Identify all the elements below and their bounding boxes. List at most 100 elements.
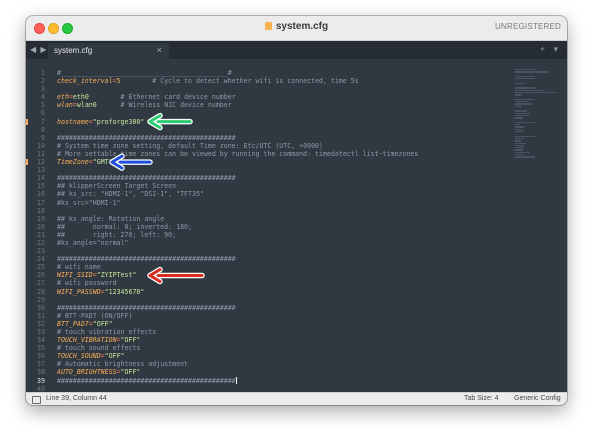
code-token: ########################################…	[57, 376, 236, 385]
minimap-line	[515, 89, 546, 91]
code-line[interactable]: ########################################…	[57, 376, 418, 385]
line-number: 5	[41, 101, 45, 110]
code-line[interactable]: ## ks_src: "HDMI-1", "DSI-1", "TFT35"	[57, 190, 418, 198]
line-number: 35	[37, 344, 45, 353]
window-title-text: system.cfg	[275, 21, 329, 32]
minimap-line	[515, 69, 535, 71]
code-line[interactable]	[57, 296, 418, 304]
code-line[interactable]: #ks_angle="normal"	[57, 239, 418, 247]
code-line[interactable]: hostname="proforge300"	[57, 118, 418, 126]
code-token: # Automatic brightness adjustment	[57, 360, 189, 369]
minimap-line	[515, 112, 531, 114]
minimap[interactable]	[515, 69, 559, 161]
minimap-line	[515, 121, 536, 124]
code-line[interactable]	[57, 109, 418, 117]
code-line[interactable]: ## klipperScreen Target Screen	[57, 182, 418, 190]
code-token: "OFF"	[120, 368, 141, 377]
code-line[interactable]: ########################################…	[57, 255, 418, 263]
code-line[interactable]: wlan=wlan0 # Wireless NIC device number	[57, 101, 418, 109]
minimap-line	[515, 147, 525, 149]
code-line[interactable]: TOUCH_VIBRATION="OFF"	[57, 336, 418, 344]
code-token: #ks_angle="normal"	[57, 238, 129, 247]
code-area[interactable]: #_______________________________________…	[57, 69, 418, 393]
code-token: ########################################…	[57, 174, 236, 183]
code-token: ## right: 270; left: 90;	[57, 230, 177, 239]
code-line[interactable]: AUTO_BRIGHTNESS="OFF"	[57, 368, 418, 376]
code-token: ########################################…	[57, 303, 236, 312]
line-number: 19	[37, 214, 45, 223]
code-token: ## normal: 0; inverted: 180;	[57, 222, 192, 231]
tab-system-cfg[interactable]: system.cfg ×	[48, 43, 169, 59]
code-line[interactable]: #_______________________________________…	[57, 69, 418, 77]
code-token: TOUCH_VIBRATION	[57, 336, 117, 345]
code-line[interactable]: WIFI_SSID="ZYIPTest"	[57, 271, 418, 279]
minimap-line	[515, 124, 520, 126]
line-number: 15	[37, 182, 45, 191]
code-token: ########################################…	[57, 255, 236, 264]
text-caret	[235, 376, 237, 384]
syntax-setting[interactable]: Generic Config	[514, 395, 561, 402]
code-line[interactable]: # BTT-PAD7 (ON/OFF)	[57, 312, 418, 320]
code-token: wlan0	[76, 101, 97, 110]
code-line[interactable]	[57, 166, 418, 174]
code-token: ########################################…	[57, 133, 236, 142]
code-line[interactable]: ## ks_angle: Rotation angle	[57, 215, 418, 223]
code-line[interactable]: ## right: 270; left: 90;	[57, 231, 418, 239]
code-token: # BTT-PAD7 (ON/OFF)	[57, 311, 133, 320]
code-line[interactable]: BTT_PAD7="OFF"	[57, 320, 418, 328]
minimap-line	[515, 103, 532, 105]
code-line[interactable]	[57, 126, 418, 134]
code-line[interactable]: ########################################…	[57, 174, 418, 182]
cursor-position: Line 39, Column 44	[46, 395, 107, 402]
code-line[interactable]: TOUCH_SOUND="OFF"	[57, 352, 418, 360]
code-line[interactable]: # wifi name	[57, 263, 418, 271]
code-line[interactable]	[57, 247, 418, 255]
code-token: TimeZone	[57, 158, 89, 167]
code-line[interactable]: check_interval=5 # Cycle to detect wheth…	[57, 77, 418, 85]
code-line[interactable]: # touch vibration effects	[57, 328, 418, 336]
code-line[interactable]: # Automatic brightness adjustment	[57, 360, 418, 368]
code-line[interactable]: # wifi password	[57, 279, 418, 287]
minimap-line	[515, 135, 536, 137]
code-line[interactable]: #ks_src="HDMI-1"	[57, 199, 418, 207]
tab-actions-icon[interactable]: + ▾	[540, 44, 561, 55]
code-line[interactable]: ## normal: 0; inverted: 180;	[57, 223, 418, 231]
line-number: 4	[41, 93, 45, 102]
code-line[interactable]: ########################################…	[57, 134, 418, 142]
code-line[interactable]: TimeZone="GMT"	[57, 158, 418, 166]
code-token: WIFI_PASSWD	[57, 287, 101, 296]
minimap-line	[515, 151, 530, 153]
line-number: 29	[37, 295, 45, 304]
status-bar: Line 39, Column 44 Tab Size: 4 Generic C…	[26, 392, 567, 405]
code-token: WIFI_SSID	[57, 271, 93, 280]
code-line[interactable]	[57, 85, 418, 93]
title-bar: system.cfg UNREGISTERED	[26, 16, 567, 41]
code-line[interactable]: eth=eth0 # Ethernet card device number	[57, 93, 418, 101]
tab-bar: ◀ ▶ system.cfg × + ▾	[26, 41, 567, 59]
line-number: 31	[37, 311, 45, 320]
code-line[interactable]: WIFI_PASSWD="12345678"	[57, 288, 418, 296]
line-number: 24	[37, 255, 45, 264]
code-token: # wifi password	[57, 279, 117, 288]
line-number: 18	[37, 206, 45, 215]
side-panel-toggle-icon[interactable]	[32, 396, 41, 404]
minimap-line	[515, 78, 535, 80]
code-line[interactable]	[57, 207, 418, 215]
tab-nav-arrows-icon[interactable]: ◀ ▶	[30, 45, 48, 54]
line-number: 27	[37, 279, 45, 288]
tab-size-setting[interactable]: Tab Size: 4	[464, 395, 499, 402]
line-number: 39	[37, 376, 45, 385]
code-line[interactable]: # More settable time zones can be viewed…	[57, 150, 418, 158]
code-line[interactable]: # touch sound effects	[57, 344, 418, 352]
close-icon[interactable]: ×	[157, 45, 162, 55]
minimap-line	[515, 117, 524, 119]
line-number-gutter: 1 2 3 4 5 6 7 8 9 10 11 12 13 14 15 16 17 18 19 20 21 22 23 24 2…	[26, 69, 45, 393]
code-token: "GMT"	[92, 158, 113, 167]
code-line[interactable]: # System time zone setting, default Time…	[57, 142, 418, 150]
code-editor[interactable]: 1 2 3 4 5 6 7 8 9 10 11 12 13 14 15 16 17 18 19 20 21 22 23 24 2…	[26, 59, 567, 393]
line-number: 38	[37, 368, 45, 377]
code-line[interactable]: ########################################…	[57, 304, 418, 312]
minimap-line	[515, 144, 525, 147]
line-number: 36	[37, 352, 45, 361]
minimap-line	[515, 140, 522, 142]
